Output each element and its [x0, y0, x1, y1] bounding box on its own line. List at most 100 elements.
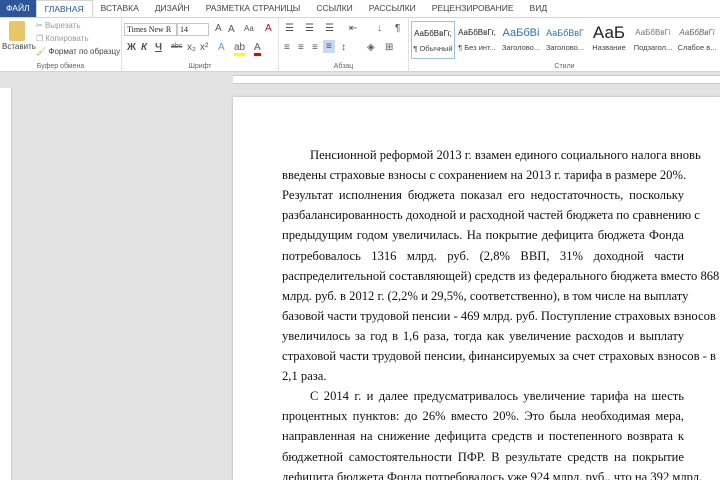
text-line[interactable]: потребовалось 1316 млрд. руб. (2,8% ВВП,…: [282, 246, 684, 266]
tab-review[interactable]: РЕЦЕНЗИРОВАНИЕ: [424, 0, 522, 17]
style-heading2[interactable]: АаБбВвГ Заголово...: [543, 21, 587, 59]
style-subtle-emphasis[interactable]: АаБбВвГі Слабое в...: [675, 21, 719, 59]
style-name: ¶ Без инт...: [458, 43, 496, 52]
paragraph-label: Абзац: [333, 63, 354, 70]
text-line[interactable]: дефицита бюджета Фонда потребовалось уже…: [282, 467, 702, 480]
style-subtitle[interactable]: АаБбВвГі Подзагол...: [631, 21, 675, 59]
copy-label: Копировать: [45, 34, 89, 43]
style-no-spacing[interactable]: АаБбВвГг, ¶ Без инт...: [455, 21, 499, 59]
copy-icon: ❐: [36, 34, 44, 43]
vertical-ruler[interactable]: [0, 88, 12, 480]
style-name: Заголово...: [545, 43, 585, 52]
text-line[interactable]: введены страховые взносы с сохранением н…: [282, 165, 686, 185]
brush-icon: 🖌: [36, 47, 47, 56]
styles-label: Стили: [554, 63, 575, 70]
clipboard-label: Буфер обмена: [36, 63, 85, 70]
text-line[interactable]: млрд. руб. в 2012 г. (2,2% и 29,5%, соот…: [282, 286, 688, 306]
style-name: Заголово...: [501, 43, 541, 52]
text-line[interactable]: распределительной составляющей) средств …: [282, 266, 719, 286]
strikethrough-button[interactable]: abc: [171, 43, 182, 50]
multilevel-list-icon[interactable]: ☰: [325, 23, 334, 34]
superscript-icon[interactable]: x²: [200, 42, 208, 53]
italic-button[interactable]: К: [141, 42, 147, 53]
style-name: Слабое в...: [677, 43, 717, 52]
show-marks-icon[interactable]: ¶: [395, 23, 400, 34]
format-painter-label: Формат по образцу: [48, 47, 121, 56]
font-name-select[interactable]: Times New R: [124, 23, 177, 36]
style-title[interactable]: АаБ Название: [587, 21, 631, 59]
numbering-icon[interactable]: ☰: [305, 23, 314, 34]
tab-view[interactable]: ВИД: [522, 0, 556, 17]
borders-icon[interactable]: ⊞: [385, 42, 393, 53]
text-line[interactable]: Результат исполнения бюджета показал его…: [282, 185, 684, 205]
style-preview: АаБбВвГг,: [414, 29, 452, 38]
text-line[interactable]: процентных пунктов: до 26% вместо 20%. Э…: [282, 406, 684, 426]
format-painter-button[interactable]: 🖌 Формат по образцу: [36, 47, 120, 56]
style-preview: АаБбВвГ: [546, 28, 584, 38]
tab-file[interactable]: ФАЙЛ: [0, 0, 36, 17]
style-normal[interactable]: АаБбВвГг, ¶ Обычный: [411, 21, 455, 59]
tab-page-layout[interactable]: РАЗМЕТКА СТРАНИЦЫ: [198, 0, 309, 17]
tab-home[interactable]: ГЛАВНАЯ: [35, 0, 93, 17]
text-line[interactable]: предыдущим годом увеличилась. На покрыти…: [282, 225, 684, 245]
ribbon: Вставить ✂ Вырезать ❐ Копировать 🖌 Форма…: [0, 17, 720, 72]
tab-references[interactable]: ССЫЛКИ: [308, 0, 360, 17]
ribbon-tabs: ФАЙЛ ГЛАВНАЯ ВСТАВКА ДИЗАЙН РАЗМЕТКА СТР…: [0, 0, 720, 17]
style-name: Название: [592, 43, 626, 52]
font-group: Times New R 14 A A Aa A Ж К Ч abc x₂ x² …: [122, 18, 279, 72]
text-line[interactable]: направленная на снижение дефицита средст…: [282, 426, 684, 446]
underline-button[interactable]: Ч: [155, 42, 162, 53]
style-name: ¶ Обычный: [413, 44, 453, 53]
text-line[interactable]: разбалансированность доходной и расходно…: [282, 205, 700, 225]
style-preview: АаБбВі: [502, 27, 540, 39]
tab-insert[interactable]: ВСТАВКА: [93, 0, 147, 17]
highlight-icon[interactable]: ab: [234, 42, 246, 56]
paragraph-group: ☰ ☰ ☰ ⇤ ↓ ¶ ≡ ≡ ≡ ≡ ↕ ◈ ⊞ Абзац: [279, 18, 409, 72]
align-center-icon[interactable]: ≡: [298, 42, 304, 53]
paste-button[interactable]: Вставить: [2, 42, 36, 51]
copy-button[interactable]: ❐ Копировать: [36, 34, 88, 43]
style-preview: АаБбВвГі: [679, 28, 715, 37]
paste-icon[interactable]: [9, 21, 25, 41]
styles-group: АаБбВвГг, ¶ Обычный АаБбВвГг, ¶ Без инт...…: [409, 18, 720, 72]
line-spacing-icon[interactable]: ↕: [341, 42, 346, 53]
font-color-icon[interactable]: A: [254, 42, 261, 56]
document-page[interactable]: Пенсионной реформой 2013 г. взамен едино…: [233, 97, 720, 480]
style-name: Подзагол...: [633, 43, 673, 52]
shrink-font-icon[interactable]: A: [228, 24, 235, 35]
text-line[interactable]: бюджетной самостоятельности ПФР. В резул…: [282, 447, 684, 467]
justify-icon[interactable]: ≡: [323, 40, 335, 53]
style-heading1[interactable]: АаБбВі Заголово...: [499, 21, 543, 59]
shading-icon[interactable]: ◈: [367, 42, 375, 53]
subscript-icon[interactable]: x₂: [187, 42, 196, 53]
align-left-icon[interactable]: ≡: [284, 42, 290, 53]
clipboard-group: Вставить ✂ Вырезать ❐ Копировать 🖌 Форма…: [0, 18, 122, 72]
style-preview: АаБбВвГі: [635, 28, 671, 37]
change-case-button[interactable]: Aa: [244, 24, 254, 33]
text-line[interactable]: увеличилось за год в 1,6 раза, тогда как…: [282, 326, 684, 346]
scissors-icon: ✂: [36, 21, 43, 30]
text-line[interactable]: Пенсионной реформой 2013 г. взамен едино…: [310, 145, 701, 165]
bold-button[interactable]: Ж: [127, 42, 136, 53]
style-preview: АаБ: [592, 23, 626, 42]
grow-font-icon[interactable]: A: [215, 23, 222, 34]
text-effects-icon[interactable]: A: [218, 42, 225, 53]
text-line[interactable]: С 2014 г. и далее предусматривалось увел…: [310, 386, 684, 406]
tab-design[interactable]: ДИЗАЙН: [147, 0, 198, 17]
text-line[interactable]: 2,1 раза.: [282, 366, 684, 386]
cut-label: Вырезать: [44, 21, 81, 30]
cut-button[interactable]: ✂ Вырезать: [36, 21, 81, 30]
text-line[interactable]: базовой части трудовой пенсии - 469 млрд…: [282, 306, 716, 326]
ruler-bar: [233, 75, 720, 84]
clear-format-icon[interactable]: A: [265, 23, 272, 34]
font-size-select[interactable]: 14: [177, 23, 209, 36]
decrease-indent-icon[interactable]: ⇤: [349, 23, 357, 34]
style-preview: АаБбВвГг,: [458, 28, 496, 37]
bullets-icon[interactable]: ☰: [285, 23, 294, 34]
tab-mailings[interactable]: РАССЫЛКИ: [361, 0, 424, 17]
horizontal-ruler[interactable]: [0, 73, 720, 86]
font-label: Шрифт: [188, 63, 212, 70]
text-line[interactable]: страховой части трудовой пенсии, финанси…: [282, 346, 716, 366]
align-right-icon[interactable]: ≡: [312, 42, 318, 53]
sort-icon[interactable]: ↓: [377, 23, 382, 34]
